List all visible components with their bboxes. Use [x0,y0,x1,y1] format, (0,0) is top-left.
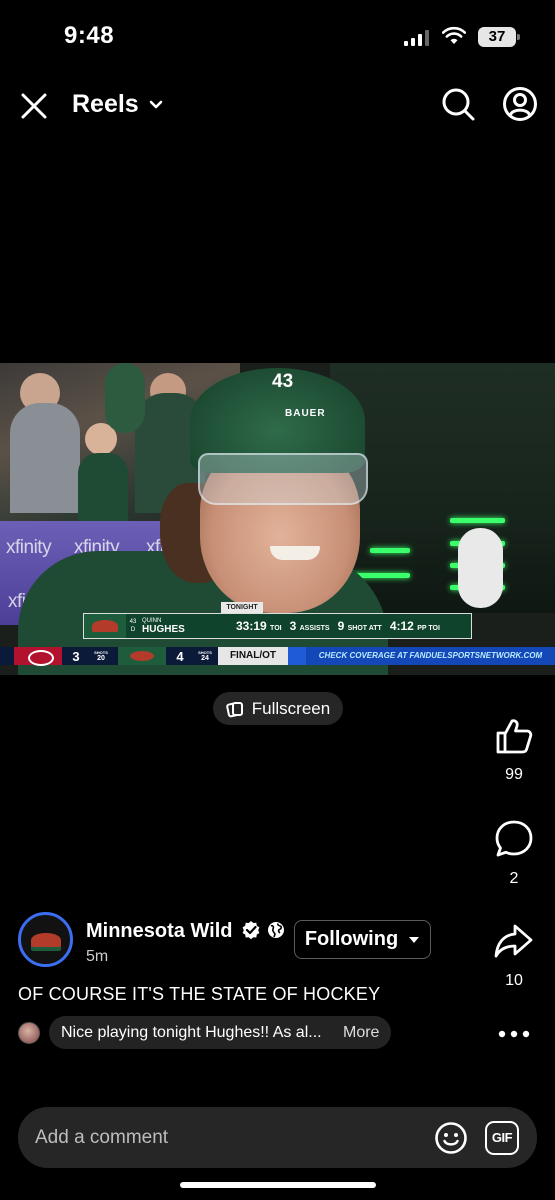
helmet-number: 43 [272,371,294,392]
more-icon [498,1030,530,1038]
profile-icon[interactable] [502,86,538,122]
search-icon[interactable] [440,86,476,122]
more-link[interactable]: More [343,1024,379,1042]
away-shots: SHOTS 20 [94,649,108,662]
author-name[interactable]: Minnesota Wild [86,920,232,943]
following-label: Following [304,928,399,950]
lower-third-tag: TONIGHT [221,602,263,613]
player-number: 43 [129,619,137,625]
fullscreen-icon [225,701,243,717]
comment-button[interactable]: 2 [486,818,542,888]
add-comment-field[interactable]: Add a comment GIF [18,1107,537,1168]
commenter-avatar [18,1022,40,1044]
player-last-name: HUGHES [142,623,185,635]
caret-down-icon [409,936,420,943]
like-button[interactable]: 99 [486,716,542,784]
game-status: FINAL/OT [218,647,288,665]
wifi-icon [442,26,466,44]
top-comment-text: Nice playing tonight Hughes!! As al... [61,1023,322,1041]
post-time: 5m [86,948,109,965]
comment-count: 2 [509,870,519,887]
wild-logo-icon [30,932,61,947]
author-avatar[interactable] [18,912,73,967]
comment-icon [495,820,533,857]
canadiens-logo-icon [14,647,62,666]
reels-header: Reels [0,80,555,132]
chevron-down-icon [149,100,163,108]
share-button[interactable]: 10 [486,920,542,990]
lower-third-stats: 43 D QUINN HUGHES 33:19 TOI 3 ASSISTS 9 … [83,613,472,639]
battery-icon: 37 [478,27,520,47]
status-time: 9:48 [64,22,115,49]
share-count: 10 [505,972,523,989]
fanduel-shield-icon [288,647,306,665]
home-shots: SHOTS 24 [198,649,212,662]
gif-icon[interactable]: GIF [485,1121,519,1155]
stat-shot-att: 9 [337,619,345,633]
close-icon[interactable] [18,90,50,122]
verified-badge-icon [242,921,260,940]
thumbs-up-icon [496,719,533,754]
following-button[interactable]: Following [294,920,431,959]
share-icon [494,924,533,958]
player-smile [270,546,320,560]
home-indicator [180,1182,376,1188]
reels-title-dropdown[interactable]: Reels [72,90,163,119]
player-visor [198,453,368,505]
stat-assists: 3 [289,619,297,633]
scoreboard: 3 SHOTS 20 4 SHOTS 24 FINAL/OT CHECK COV… [0,647,555,666]
post-caption: OF COURSE IT'S THE STATE OF HOCKEY [18,984,381,1004]
score-ticker: CHECK COVERAGE AT FANDUELSPORTSNETWORK.C… [306,647,555,665]
helmet-brand: BAUER [285,408,326,419]
stat-pp-toi: 4:12 [389,619,414,633]
globe-icon [268,922,284,938]
stat-toi: 33:19 [236,619,267,633]
status-bar: 9:48 37 [0,0,555,72]
home-score: 4 [176,648,184,664]
top-comment-preview[interactable]: Nice playing tonight Hughes!! As al... M… [49,1016,391,1049]
more-options-button[interactable] [486,1024,542,1044]
wild-score-logo-icon [118,647,166,665]
emoji-icon[interactable] [434,1121,468,1155]
fullscreen-button[interactable]: Fullscreen [213,692,343,725]
reel-video[interactable]: xfinity xfinity xfinity xfinity 43 BAUER… [0,363,555,675]
page-title: Reels [72,90,139,118]
player-position: D [130,627,136,633]
add-comment-placeholder: Add a comment [35,1127,169,1148]
signal-icon [404,30,429,46]
away-score: 3 [72,648,80,664]
wild-logo-icon [84,614,126,638]
fullscreen-label: Fullscreen [251,698,331,718]
like-count: 99 [505,766,523,783]
